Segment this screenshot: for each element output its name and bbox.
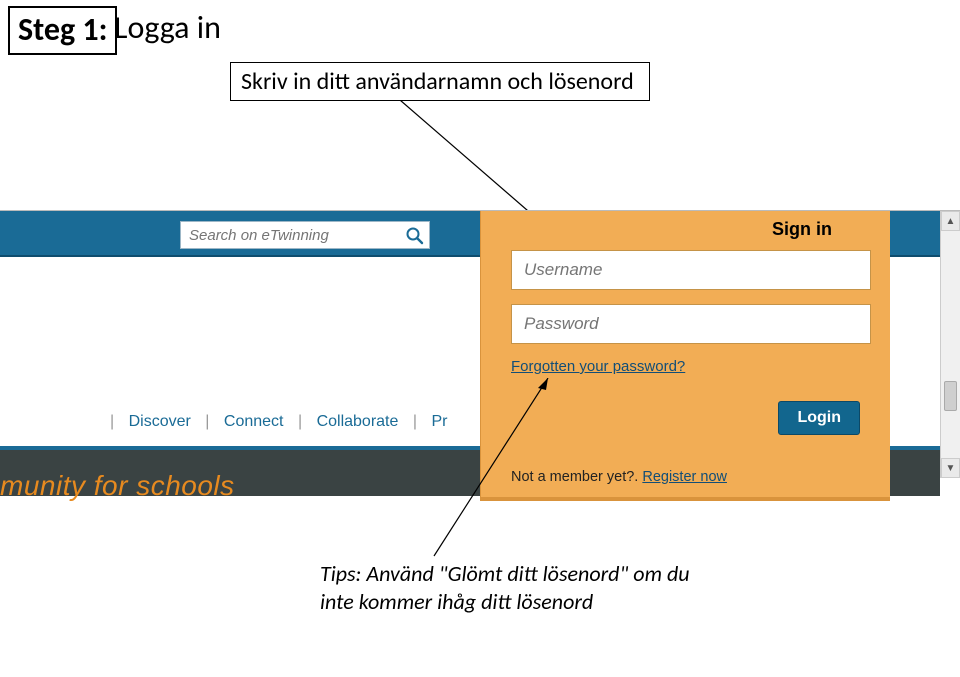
vertical-scrollbar[interactable]: ▲ ▼ — [940, 211, 960, 478]
username-field[interactable] — [511, 250, 871, 290]
callout-tips: Tips: Använd "Glömt ditt lösenord" om du… — [320, 560, 700, 615]
nav-sep: | — [298, 413, 302, 430]
scroll-thumb[interactable] — [944, 381, 957, 411]
password-field[interactable] — [511, 304, 871, 344]
search-icon[interactable] — [405, 226, 425, 246]
arrow-to-tips — [428, 378, 588, 563]
hero-slogan: munity for schools — [0, 470, 235, 502]
scroll-up-button[interactable]: ▲ — [941, 211, 960, 231]
search-box — [180, 221, 430, 249]
signin-title: Sign in — [511, 219, 870, 240]
nav-sep: | — [205, 413, 209, 430]
nav-discover[interactable]: Discover — [129, 413, 191, 430]
nav-collaborate[interactable]: Collaborate — [317, 413, 399, 430]
nav-row: | Discover | Connect | Collaborate | Pr — [100, 413, 447, 431]
nav-sep: | — [110, 413, 114, 430]
step-number-box: Steg 1: — [8, 6, 117, 55]
login-button[interactable]: Login — [778, 401, 860, 435]
nav-sep: | — [413, 413, 417, 430]
nav-connect[interactable]: Connect — [224, 413, 284, 430]
forgot-password-link[interactable]: Forgotten your password? — [511, 358, 870, 375]
step-title: Logga in — [110, 6, 225, 49]
scroll-down-button[interactable]: ▼ — [941, 458, 960, 478]
search-input[interactable] — [181, 222, 396, 248]
callout-instruction: Skriv in ditt användarnamn och lösenord — [230, 62, 650, 101]
scroll-track[interactable] — [941, 231, 960, 458]
step-number: Steg 1: — [18, 10, 107, 49]
register-link[interactable]: Register now — [642, 469, 727, 485]
